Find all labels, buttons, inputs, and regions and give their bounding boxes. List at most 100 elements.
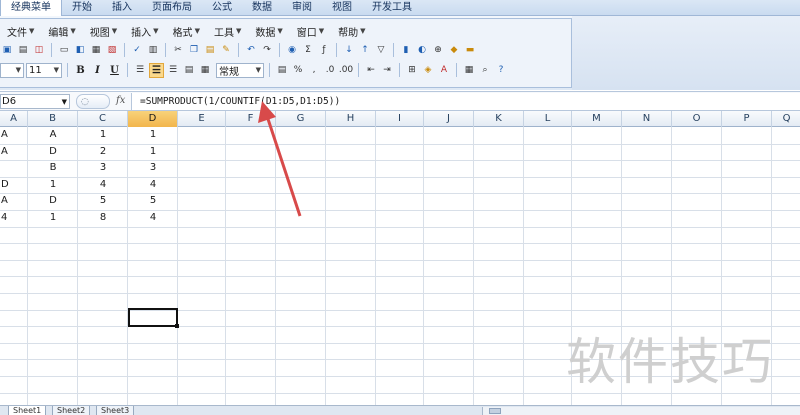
table-cell[interactable]: 1 <box>28 210 78 226</box>
table-cell[interactable] <box>1 160 29 176</box>
table-cell[interactable]: 1 <box>28 177 78 193</box>
table-cell[interactable]: 4 <box>128 177 178 193</box>
decrease-indent-icon[interactable]: ⇤ <box>364 63 378 77</box>
drawing-icon[interactable]: ◐ <box>415 43 429 57</box>
horizontal-scrollbar[interactable] <box>482 407 800 415</box>
menu-tools[interactable]: 工具 ▼ <box>207 24 248 39</box>
column-header[interactable]: C <box>78 111 128 127</box>
merge-center-icon[interactable]: ▤ <box>182 63 196 77</box>
preview-icon[interactable]: ◧ <box>73 43 87 57</box>
undo-icon[interactable]: ↶ <box>244 43 258 57</box>
chart-icon[interactable]: ▮ <box>399 43 413 57</box>
spelling-icon[interactable]: ✓ <box>130 43 144 57</box>
align-center-icon[interactable]: ☰ <box>149 62 164 78</box>
fill-handle[interactable] <box>175 324 179 328</box>
redo-icon[interactable]: ↷ <box>260 43 274 57</box>
table-cell[interactable]: B <box>28 160 78 176</box>
permission-icon[interactable]: ▤ <box>16 43 30 57</box>
currency-icon[interactable]: ▤ <box>275 63 289 77</box>
tab-formulas[interactable]: 公式 <box>202 0 242 16</box>
table-cell[interactable]: 4 <box>128 210 178 226</box>
underline-button[interactable]: U <box>107 63 122 78</box>
table-cell[interactable]: D <box>1 177 29 193</box>
name-box[interactable]: D6 ▼ <box>0 94 70 109</box>
column-header[interactable]: Q <box>772 111 800 127</box>
paste-icon[interactable]: ▤ <box>203 43 217 57</box>
menu-insert[interactable]: 插入 ▼ <box>124 24 165 39</box>
menu-format[interactable]: 格式 ▼ <box>166 24 207 39</box>
conditional-format-icon[interactable]: ▦ <box>462 63 476 77</box>
sort-ascending-icon[interactable]: ↓ <box>342 43 356 57</box>
italic-button[interactable]: I <box>90 63 105 78</box>
table-cell[interactable]: 4 <box>1 210 29 226</box>
table-cell[interactable]: D <box>28 193 78 209</box>
column-header[interactable]: J <box>424 111 474 127</box>
column-header[interactable]: D <box>128 111 178 127</box>
tab-insert[interactable]: 插入 <box>102 0 142 16</box>
align-left-icon[interactable]: ☰ <box>133 63 147 77</box>
table-cell[interactable]: 5 <box>128 193 178 209</box>
sort-descending-icon[interactable]: ↑ <box>358 43 372 57</box>
column-header[interactable]: F <box>226 111 276 127</box>
menu-window[interactable]: 窗口 ▼ <box>290 24 331 39</box>
function-icon[interactable]: ƒ <box>317 43 331 57</box>
column-header[interactable]: A <box>0 111 28 127</box>
pdf-icon[interactable]: ▧ <box>105 43 119 57</box>
copy-icon[interactable]: ❐ <box>187 43 201 57</box>
column-header[interactable]: N <box>622 111 672 127</box>
column-header[interactable]: G <box>276 111 326 127</box>
borders-icon[interactable]: ⊞ <box>405 63 419 77</box>
research-book-icon[interactable]: ▥ <box>146 43 160 57</box>
percent-button[interactable]: % <box>291 63 305 77</box>
sheet-tab-1[interactable]: Sheet1 <box>8 406 47 415</box>
table-cell[interactable]: A <box>1 193 29 209</box>
font-color-icon[interactable]: A <box>437 63 451 77</box>
table-cell[interactable]: A <box>1 127 29 143</box>
menu-file[interactable]: 文件 ▼ <box>0 24 41 39</box>
tab-page-layout[interactable]: 页面布局 <box>142 0 202 16</box>
print-preview-icon[interactable]: ◫ <box>32 43 46 57</box>
bold-button[interactable]: B <box>73 63 88 78</box>
number-format-dropdown[interactable]: 常规 ▼ <box>216 62 264 78</box>
table-cell[interactable]: 1 <box>78 127 128 143</box>
shapes-icon[interactable]: ◆ <box>447 43 461 57</box>
formula-input[interactable]: =SUMPRODUCT(1/COUNTIF(D1:D5,D1:D5)) <box>131 93 800 110</box>
table-cell[interactable]: D <box>28 144 78 160</box>
table-cell[interactable]: 1 <box>128 127 178 143</box>
table-cell[interactable]: 5 <box>78 193 128 209</box>
tab-classic-menu[interactable]: 经典菜单 <box>0 0 62 16</box>
table-cell[interactable]: 3 <box>78 160 128 176</box>
table-cell[interactable]: 8 <box>78 210 128 226</box>
autosum-icon[interactable]: Σ <box>301 43 315 57</box>
research-icon[interactable]: ▦ <box>89 43 103 57</box>
table-cell[interactable]: 1 <box>128 144 178 160</box>
column-header[interactable]: L <box>524 111 572 127</box>
cut-icon[interactable]: ✂ <box>171 43 185 57</box>
column-header[interactable]: B <box>28 111 78 127</box>
column-header[interactable]: K <box>474 111 524 127</box>
formula-bar-resize-handle[interactable]: ◌ <box>76 94 110 109</box>
menu-view[interactable]: 视图 ▼ <box>83 24 124 39</box>
save-icon[interactable]: ▣ <box>0 43 14 57</box>
column-header[interactable]: O <box>672 111 722 127</box>
tab-developer[interactable]: 开发工具 <box>362 0 422 16</box>
decrease-decimal-icon[interactable]: .00 <box>339 63 353 77</box>
tab-view[interactable]: 视图 <box>322 0 362 16</box>
font-size-dropdown[interactable]: 11 ▼ <box>26 62 62 78</box>
comma-style-button[interactable]: , <box>307 63 321 77</box>
help-icon[interactable]: ? <box>494 63 508 77</box>
hyperlink-icon[interactable]: ◉ <box>285 43 299 57</box>
table-cell[interactable]: 4 <box>78 177 128 193</box>
increase-decimal-icon[interactable]: .0 <box>323 63 337 77</box>
tab-home[interactable]: 开始 <box>62 0 102 16</box>
tab-review[interactable]: 审阅 <box>282 0 322 16</box>
increase-indent-icon[interactable]: ⇥ <box>380 63 394 77</box>
table-cell[interactable]: 3 <box>128 160 178 176</box>
insert-function-button[interactable]: fx <box>116 95 125 106</box>
tab-data[interactable]: 数据 <box>242 0 282 16</box>
format-painter-icon[interactable]: ✎ <box>219 43 233 57</box>
column-header[interactable]: M <box>572 111 622 127</box>
print-icon[interactable]: ▭ <box>57 43 71 57</box>
column-header[interactable]: E <box>178 111 226 127</box>
column-header[interactable]: I <box>376 111 424 127</box>
